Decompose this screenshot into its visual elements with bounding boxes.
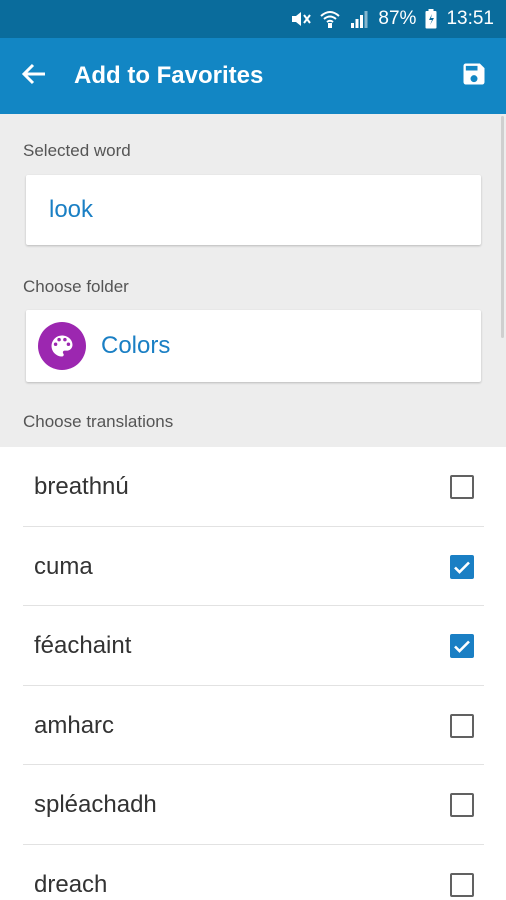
translation-label: cuma	[34, 552, 93, 580]
translation-row[interactable]: cuma	[23, 527, 484, 606]
battery-percent: 87%	[378, 8, 417, 29]
translation-row[interactable]: féachaint	[23, 606, 484, 686]
translation-row[interactable]: amharc	[23, 686, 484, 765]
scrollbar[interactable]	[501, 116, 504, 338]
mute-icon	[289, 9, 312, 29]
wifi-icon	[320, 9, 341, 29]
translation-label: féachaint	[34, 632, 132, 659]
selected-word-field[interactable]: look	[26, 175, 481, 245]
translation-row[interactable]: dreach	[23, 845, 484, 900]
translations-list: breathnú cuma féachaint amharc spléachad…	[0, 447, 506, 900]
selected-word-value: look	[49, 196, 94, 223]
clock: 13:51	[446, 8, 494, 29]
selected-word-label: Selected word	[23, 141, 131, 160]
checkbox[interactable]	[450, 475, 474, 499]
back-button[interactable]	[14, 58, 54, 94]
status-icons: 87% 13:51	[289, 0, 494, 38]
favorite-form: Selected word look Choose folder Colors …	[0, 114, 506, 447]
translation-label: spléachadh	[34, 791, 157, 818]
app-bar: Add to Favorites	[0, 38, 506, 114]
folder-name: Colors	[101, 332, 171, 359]
checkbox[interactable]	[450, 872, 474, 897]
checkbox[interactable]	[450, 713, 474, 738]
save-button[interactable]	[458, 60, 490, 92]
choose-folder-label: Choose folder	[23, 277, 129, 296]
arrow-back-icon	[21, 62, 47, 91]
status-bar: 87% 13:51	[0, 0, 506, 38]
save-icon	[460, 60, 488, 93]
page-title: Add to Favorites	[74, 62, 264, 89]
translation-row[interactable]: spléachadh	[23, 765, 484, 845]
translation-label: amharc	[34, 711, 115, 739]
translation-row[interactable]: breathnú	[23, 447, 484, 527]
signal-icon	[349, 9, 369, 29]
checkbox[interactable]	[450, 793, 474, 817]
checkbox-checked[interactable]	[450, 634, 474, 658]
choose-translations-label: Choose translations	[23, 412, 174, 431]
translation-label: dreach	[34, 870, 108, 898]
folder-selector[interactable]: Colors	[26, 310, 481, 382]
palette-icon	[38, 322, 86, 370]
translation-label: breathnú	[34, 473, 129, 500]
battery-icon	[425, 9, 437, 29]
checkbox-checked[interactable]	[450, 554, 474, 579]
